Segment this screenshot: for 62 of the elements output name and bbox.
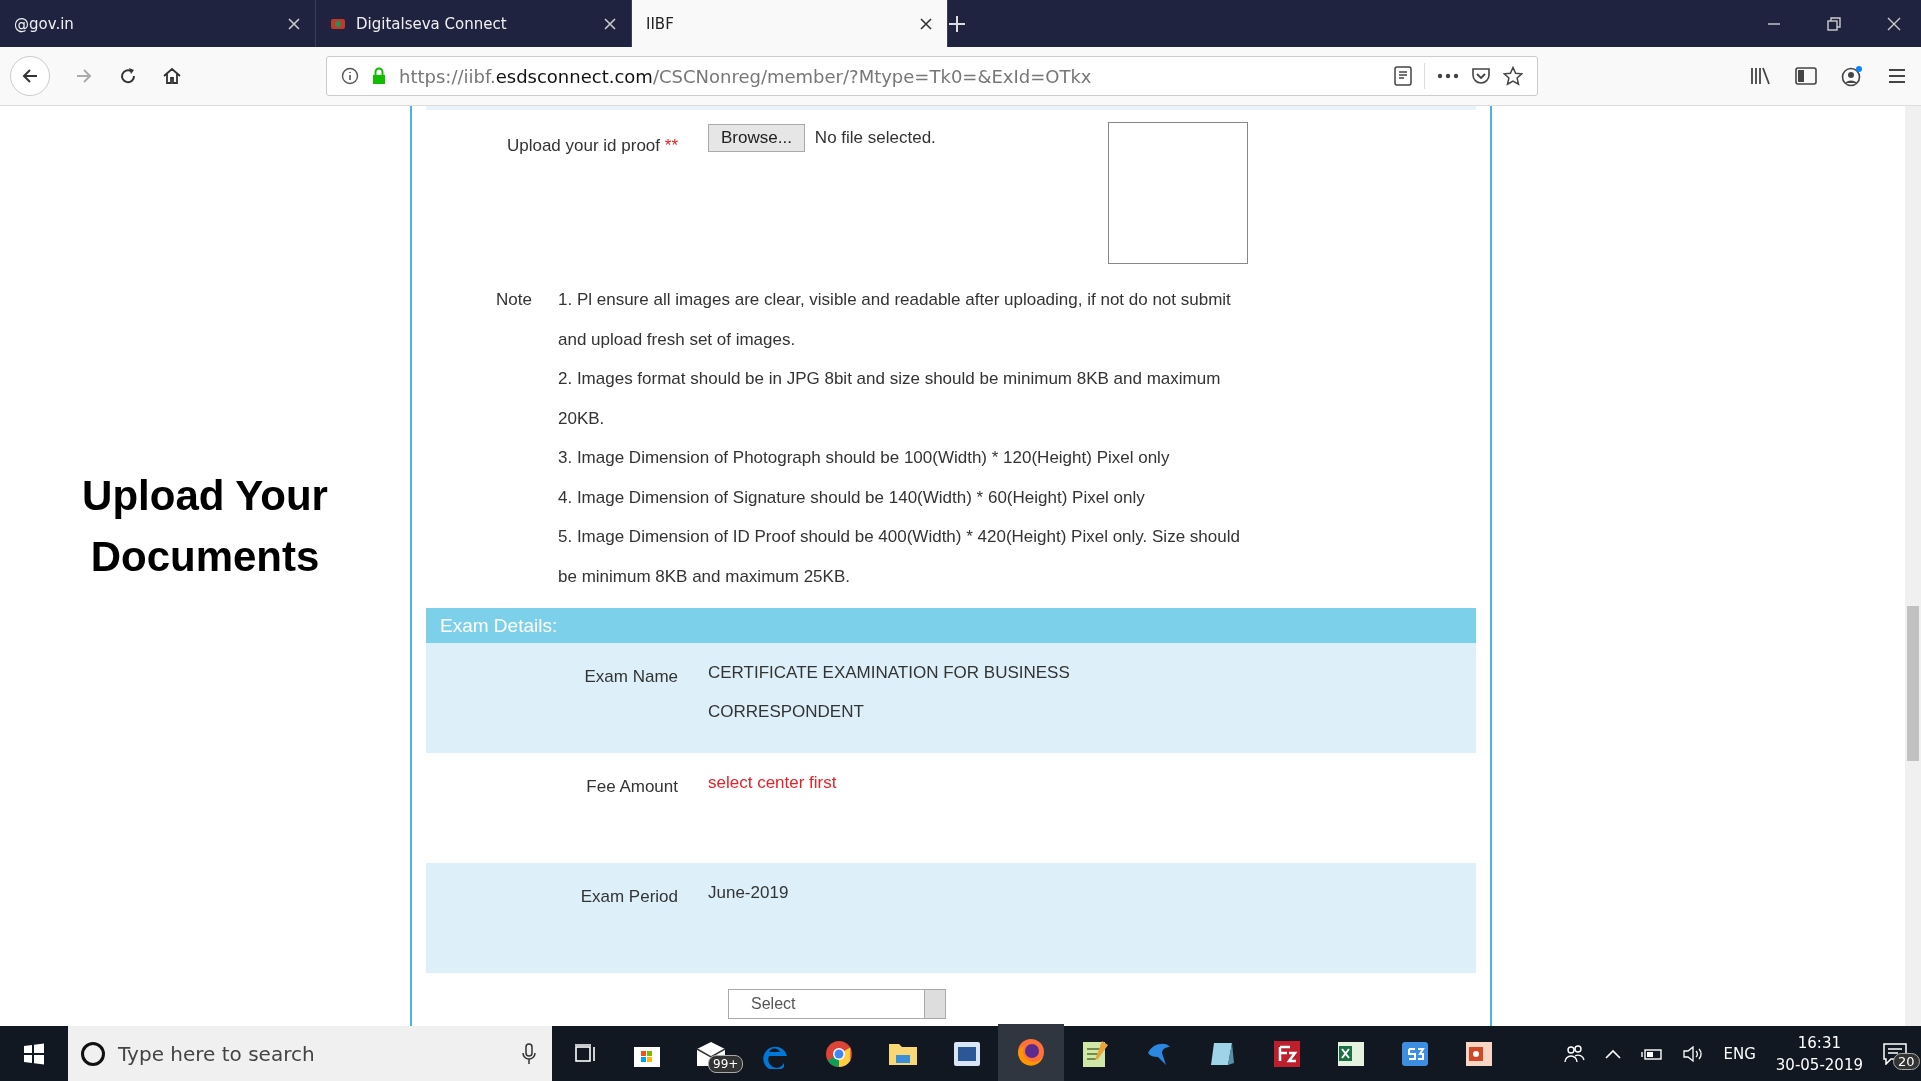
info-icon <box>341 67 359 85</box>
menu-icon[interactable] <box>1887 67 1907 85</box>
reader-view-icon[interactable] <box>1394 66 1412 86</box>
new-tab-icon[interactable] <box>948 14 966 33</box>
field-value: CERTIFICATE EXAMINATION FOR BUSINESS CORRESPONDENT <box>708 662 1071 723</box>
task-view-icon[interactable] <box>574 1043 598 1065</box>
field-label: Upload your id proof ** <box>505 135 678 156</box>
note-label: Note <box>495 289 532 311</box>
note-text: 1. Pl ensure all images are clear, visible and readable after uploading, if not do not submit and upload fresh set of images. <box>558 289 1232 351</box>
note-text: 3. Image Dimension of Photograph should be 100(Width) * 120(Height) Pixel only <box>558 447 1171 469</box>
document-app-icon[interactable] <box>952 1039 982 1069</box>
chevron-up-icon[interactable] <box>1605 1049 1622 1059</box>
library-icon[interactable] <box>1749 66 1771 86</box>
presentation-icon[interactable] <box>1464 1039 1494 1069</box>
note-text: 2. Images format should be in JPG 8bit and size should be minimum 8KB and maximum 20KB. <box>558 368 1222 430</box>
volume-icon[interactable] <box>1683 1046 1704 1062</box>
notification-badge: 20 <box>1893 1053 1920 1070</box>
filezilla-icon[interactable] <box>1272 1039 1302 1069</box>
field-label: Exam Name <box>583 666 678 688</box>
sidebar-icon[interactable] <box>1795 66 1817 86</box>
note-text: 5. Image Dimension of ID Proof should be 400(Width) * 420(Height) Pixel only. Size should be minimum 8KB and maximum 25KB. <box>558 526 1241 588</box>
close-icon[interactable] <box>919 16 933 31</box>
field-label: Fee Amount <box>585 776 678 798</box>
microphone-icon <box>522 1043 536 1065</box>
select-field[interactable]: Select <box>728 989 946 1019</box>
spreadsheet-icon[interactable] <box>1336 1039 1366 1069</box>
taskbar-search-field[interactable]: Type here to search <box>68 1026 552 1081</box>
reload-icon[interactable] <box>118 66 138 86</box>
clock-time[interactable]: 16:31 <box>1797 1032 1841 1054</box>
required-mark: ** <box>664 136 678 155</box>
language-indicator[interactable]: ENG <box>1723 1045 1756 1063</box>
notepad-app-icon[interactable] <box>1080 1039 1110 1069</box>
chrome-icon[interactable] <box>824 1039 854 1069</box>
section-header: Exam Details: <box>426 608 1476 643</box>
folder-icon[interactable] <box>888 1041 918 1067</box>
unread-badge: 99+ <box>708 1055 744 1073</box>
firefox-icon[interactable] <box>1016 1037 1046 1067</box>
note-text: 4. Image Dimension of Signature should be 140(Width) * 60(Height) Pixel only <box>558 486 1146 509</box>
windows-start-icon[interactable] <box>23 1043 45 1065</box>
error-message: select center first <box>708 772 838 794</box>
star-icon[interactable] <box>1503 66 1523 86</box>
more-icon[interactable] <box>1437 73 1459 79</box>
restore-icon[interactable] <box>1827 16 1841 31</box>
field-value: June-2019 <box>708 882 790 904</box>
account-icon[interactable] <box>1841 65 1863 87</box>
clock-date[interactable]: 30-05-2019 <box>1775 1054 1863 1076</box>
browser-tab[interactable]: IIBF <box>632 0 948 47</box>
s3-app-icon[interactable] <box>1400 1039 1430 1069</box>
page-heading: Upload Your Documents <box>81 471 329 582</box>
battery-icon[interactable] <box>1641 1047 1664 1061</box>
scrollbar[interactable] <box>1905 106 1921 1026</box>
home-icon[interactable] <box>162 66 182 86</box>
lock-icon <box>371 67 387 85</box>
address-bar[interactable]: https://iibf.esdsconnect.com/CSCNonreg/member/?Mtype=Tk0=&ExId=OTkx <box>326 56 1538 96</box>
field-label: Exam Period <box>579 886 678 908</box>
pocket-icon[interactable] <box>1471 67 1491 85</box>
file-status: No file selected. <box>814 128 936 148</box>
back-button[interactable] <box>10 56 50 96</box>
cortana-icon <box>80 1041 106 1067</box>
people-icon[interactable] <box>1563 1044 1586 1064</box>
browse-button[interactable]: Browse... <box>708 124 805 152</box>
url-text: https://iibf.esdsconnect.com/CSCNonreg/member/?Mtype=Tk0=&ExId=OTkx <box>399 65 1092 87</box>
